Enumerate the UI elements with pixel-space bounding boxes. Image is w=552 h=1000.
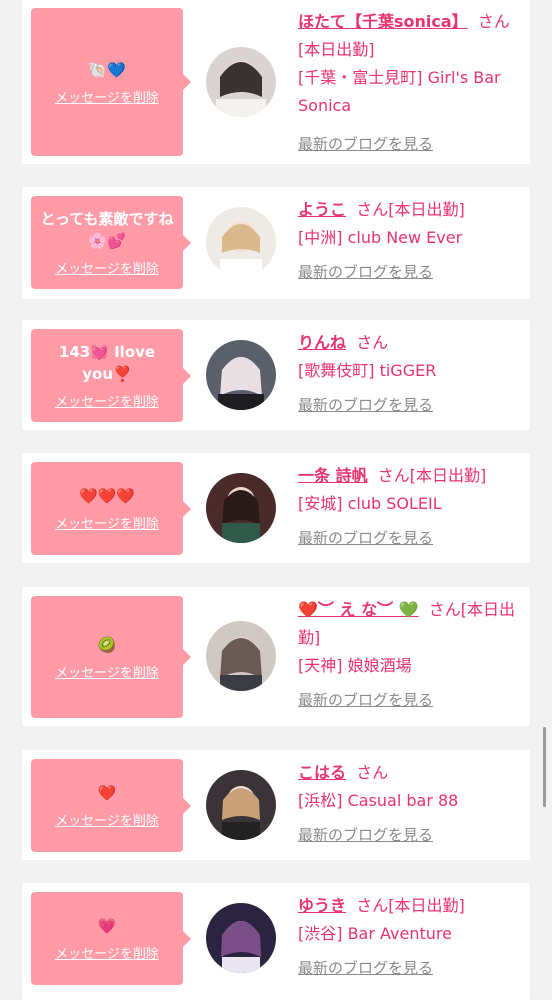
message-card: ❤️ メッセージを削除 こはる さん [浜松] Casual bar 88 最新…: [22, 750, 530, 860]
avatar[interactable]: [206, 473, 276, 543]
avatar-image: [206, 47, 276, 117]
cast-name-link[interactable]: ゆうき: [298, 896, 346, 915]
avatar-image: [206, 621, 276, 691]
latest-blog-link[interactable]: 最新のブログを見る: [298, 821, 433, 849]
message-card: とっても素敵ですね🌸💕 メッセージを削除 ようこ さん[本日出勤] [中洲] c…: [22, 187, 530, 299]
cast-info: ゆうき さん[本日出勤] [渋谷] Bar Aventure 最新のブログを見る: [298, 892, 520, 982]
latest-blog-link[interactable]: 最新のブログを見る: [298, 391, 433, 419]
delete-message-link[interactable]: メッセージを削除: [55, 810, 159, 829]
shop-info: [渋谷] Bar Aventure: [298, 924, 452, 943]
honorific: さん: [356, 763, 389, 782]
message-bubble: 🐚💙 メッセージを削除: [31, 8, 191, 156]
scrollbar[interactable]: [543, 727, 546, 807]
cast-info: ほたて【千葉sonica】 さん [本日出勤] [千葉・富士見町] Girl's …: [298, 8, 520, 158]
latest-blog-link[interactable]: 最新のブログを見る: [298, 524, 433, 552]
message-list: 🐚💙 メッセージを削除 ほたて【千葉sonica】 さん[本日出勤] [千葉・富…: [0, 0, 552, 1000]
shop-info: [浜松] Casual bar 88: [298, 791, 459, 810]
latest-blog-link[interactable]: 最新のブログを見る: [298, 258, 433, 286]
avatar-image: [206, 340, 276, 410]
shop-info: [千葉・富士見町] Girl's Bar Sonica: [298, 68, 501, 115]
avatar[interactable]: [206, 770, 276, 840]
message-bubble: ❤️ メッセージを削除: [31, 759, 191, 852]
cast-info: りんね さん [歌舞伎町] tiGGER 最新のブログを見る: [298, 329, 520, 419]
cast-name-link[interactable]: こはる: [298, 763, 346, 782]
shop-info: [安城] club SOLEIL: [298, 494, 442, 513]
message-card: 143💓 Iloveyou❣️ メッセージを削除 りんね さん [歌舞伎町] t…: [22, 320, 530, 430]
latest-blog-link[interactable]: 最新のブログを見る: [298, 130, 433, 158]
delete-message-link[interactable]: メッセージを削除: [55, 943, 159, 962]
message-bubble: 143💓 Iloveyou❣️ メッセージを削除: [31, 329, 191, 422]
delete-message-link[interactable]: メッセージを削除: [55, 87, 159, 106]
cast-info: 一条 詩帆 さん[本日出勤] [安城] club SOLEIL 最新のブログを見…: [298, 462, 520, 552]
message-text: ❤️: [97, 784, 117, 802]
delete-message-link[interactable]: メッセージを削除: [55, 391, 159, 410]
avatar[interactable]: [206, 621, 276, 691]
avatar-image: [206, 207, 276, 277]
work-status: [本日出勤]: [298, 40, 375, 59]
message-text: 💗: [97, 917, 117, 935]
work-status: [本日出勤]: [409, 466, 487, 485]
message-text: 🥝: [97, 635, 117, 654]
honorific: さん: [428, 600, 461, 619]
message-card: ❤️❤️❤️ メッセージを削除 一条 詩帆 さん[本日出勤] [安城] club…: [22, 453, 530, 563]
message-text: 143💓 Iloveyou❣️: [58, 343, 156, 383]
delete-message-link[interactable]: メッセージを削除: [55, 662, 159, 681]
avatar-image: [206, 770, 276, 840]
message-card: 💗 メッセージを削除 ゆうき さん[本日出勤] [渋谷] Bar Aventur…: [22, 883, 530, 1000]
shop-info: [歌舞伎町] tiGGER: [298, 361, 437, 380]
shop-info: [中洲] club New Ever: [298, 228, 463, 247]
latest-blog-link[interactable]: 最新のブログを見る: [298, 686, 433, 714]
message-card: 🥝 メッセージを削除 ❤️︶ え な︶ 💚 さん[本日出勤] [天神] 娘娘酒場…: [22, 587, 530, 726]
honorific: さん: [356, 333, 389, 352]
message-bubble: ❤️❤️❤️ メッセージを削除: [31, 462, 191, 555]
message-bubble: 💗 メッセージを削除: [31, 892, 191, 985]
cast-info: ようこ さん[本日出勤] [中洲] club New Ever 最新のブログを見…: [298, 196, 520, 286]
message-text: 🐚💙: [88, 60, 126, 79]
latest-blog-link[interactable]: 最新のブログを見る: [298, 954, 433, 982]
message-text: とっても素敵ですね🌸💕: [40, 210, 174, 250]
delete-message-link[interactable]: メッセージを削除: [55, 258, 159, 277]
honorific: さん: [356, 200, 389, 219]
message-bubble: とっても素敵ですね🌸💕 メッセージを削除: [31, 196, 191, 289]
message-bubble: 🥝 メッセージを削除: [31, 596, 191, 718]
cast-name-link[interactable]: ❤️︶ え な︶ 💚: [298, 600, 419, 619]
message-card: 🐚💙 メッセージを削除 ほたて【千葉sonica】 さん [本日出勤] [千葉・富…: [22, 0, 530, 164]
honorific: さん: [377, 466, 410, 485]
shop-info: [天神] 娘娘酒場: [298, 656, 412, 675]
cast-name-link[interactable]: ようこ: [298, 200, 346, 219]
cast-info: ❤️︶ え な︶ 💚 さん[本日出勤] [天神] 娘娘酒場 最新のブログを見る: [298, 596, 520, 714]
delete-message-link[interactable]: メッセージを削除: [55, 513, 159, 532]
honorific: さん: [356, 896, 389, 915]
avatar-image: [206, 473, 276, 543]
avatar[interactable]: [206, 207, 276, 277]
avatar[interactable]: [206, 340, 276, 410]
cast-info: こはる さん [浜松] Casual bar 88 最新のブログを見る: [298, 759, 520, 849]
avatar[interactable]: [206, 47, 276, 117]
cast-name-link[interactable]: ほたて【千葉sonica】: [298, 12, 468, 31]
message-text: ❤️❤️❤️: [78, 487, 136, 505]
avatar[interactable]: [206, 903, 276, 973]
cast-name-link[interactable]: 一条 詩帆: [298, 466, 368, 485]
work-status: [本日出勤]: [388, 200, 465, 219]
cast-name-link[interactable]: りんね: [298, 333, 346, 352]
avatar-image: [206, 903, 276, 973]
honorific: さん: [477, 12, 510, 31]
work-status: [本日出勤]: [388, 896, 465, 915]
